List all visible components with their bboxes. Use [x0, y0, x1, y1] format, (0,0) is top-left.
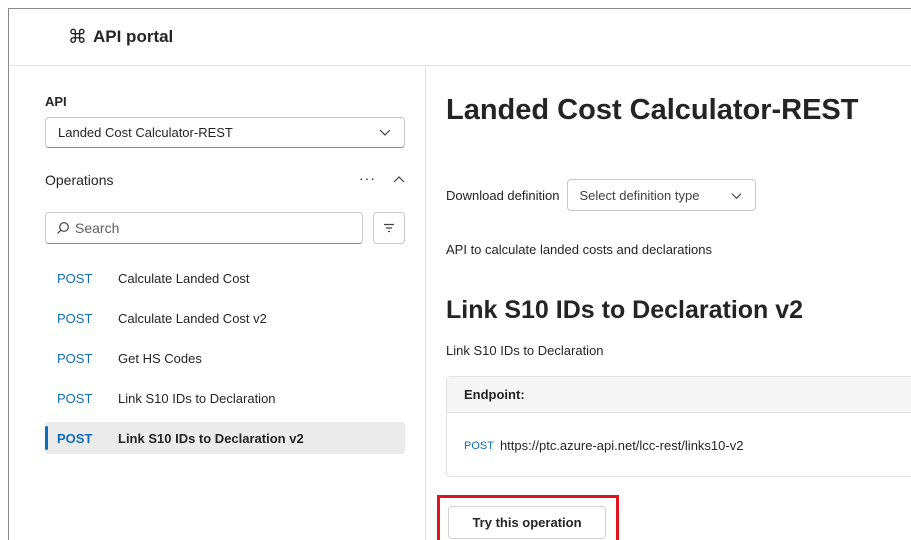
- operation-item[interactable]: POST Calculate Landed Cost v2: [45, 302, 405, 334]
- api-description: API to calculate landed costs and declar…: [446, 242, 712, 257]
- sidebar: API Landed Cost Calculator-REST Operatio…: [9, 66, 426, 540]
- chevron-up-icon[interactable]: [392, 173, 406, 187]
- operation-method: POST: [57, 430, 93, 446]
- operation-name: Link S10 IDs to Declaration: [118, 390, 276, 406]
- try-operation-button[interactable]: Try this operation: [448, 506, 606, 539]
- search-input[interactable]: [75, 220, 345, 236]
- operation-name: Get HS Codes: [118, 350, 202, 366]
- search-icon: [57, 222, 69, 234]
- download-definition-label: Download definition: [446, 187, 560, 203]
- operation-item[interactable]: POST Calculate Landed Cost: [45, 262, 405, 294]
- endpoint-label: Endpoint:: [447, 377, 911, 413]
- top-bar: ⌘ API portal: [9, 9, 911, 66]
- operation-method: POST: [57, 390, 93, 406]
- operation-method: POST: [57, 270, 93, 286]
- endpoint-url: https://ptc.azure-api.net/lcc-rest/links…: [499, 438, 744, 453]
- more-options-button[interactable]: ···: [359, 170, 376, 186]
- operations-label: Operations: [45, 172, 114, 188]
- portal-window: ⌘ API portal API Landed Cost Calculator-…: [8, 8, 911, 540]
- main-content: Landed Cost Calculator-REST Download def…: [437, 66, 911, 540]
- endpoint-card: Endpoint: POST https://ptc.azure-api.net…: [446, 376, 911, 477]
- definition-type-select[interactable]: Select definition type: [567, 179, 757, 211]
- chevron-down-icon: [731, 193, 743, 200]
- operation-method: POST: [57, 310, 93, 326]
- operation-name: Calculate Landed Cost v2: [118, 310, 267, 326]
- operation-title: Link S10 IDs to Declaration v2: [446, 296, 804, 324]
- operation-method: POST: [57, 350, 93, 366]
- operation-item-selected[interactable]: POST Link S10 IDs to Declaration v2: [45, 422, 405, 454]
- endpoint-method: POST: [464, 439, 494, 452]
- api-select[interactable]: Landed Cost Calculator-REST: [45, 117, 405, 148]
- filter-button[interactable]: [373, 212, 405, 244]
- operation-name: Link S10 IDs to Declaration v2: [118, 430, 304, 446]
- definition-type-placeholder: Select definition type: [579, 187, 700, 203]
- operations-list: POST Calculate Landed Cost POST Calculat…: [45, 262, 405, 462]
- portal-title: API portal: [93, 27, 174, 46]
- chevron-down-icon: [379, 129, 391, 136]
- operation-name: Calculate Landed Cost: [118, 270, 250, 286]
- api-label: API: [45, 94, 67, 109]
- page-title: Landed Cost Calculator-REST: [446, 94, 859, 126]
- filter-icon: [384, 223, 394, 233]
- command-icon: ⌘: [68, 26, 87, 48]
- api-select-value: Landed Cost Calculator-REST: [58, 125, 233, 140]
- download-definition-row: Download definition Select definition ty…: [446, 179, 757, 211]
- operation-item[interactable]: POST Link S10 IDs to Declaration: [45, 382, 405, 414]
- search-box[interactable]: [45, 212, 363, 244]
- operation-description: Link S10 IDs to Declaration: [446, 343, 604, 358]
- operation-item[interactable]: POST Get HS Codes: [45, 342, 405, 374]
- endpoint-row: POST https://ptc.azure-api.net/lcc-rest/…: [464, 438, 743, 453]
